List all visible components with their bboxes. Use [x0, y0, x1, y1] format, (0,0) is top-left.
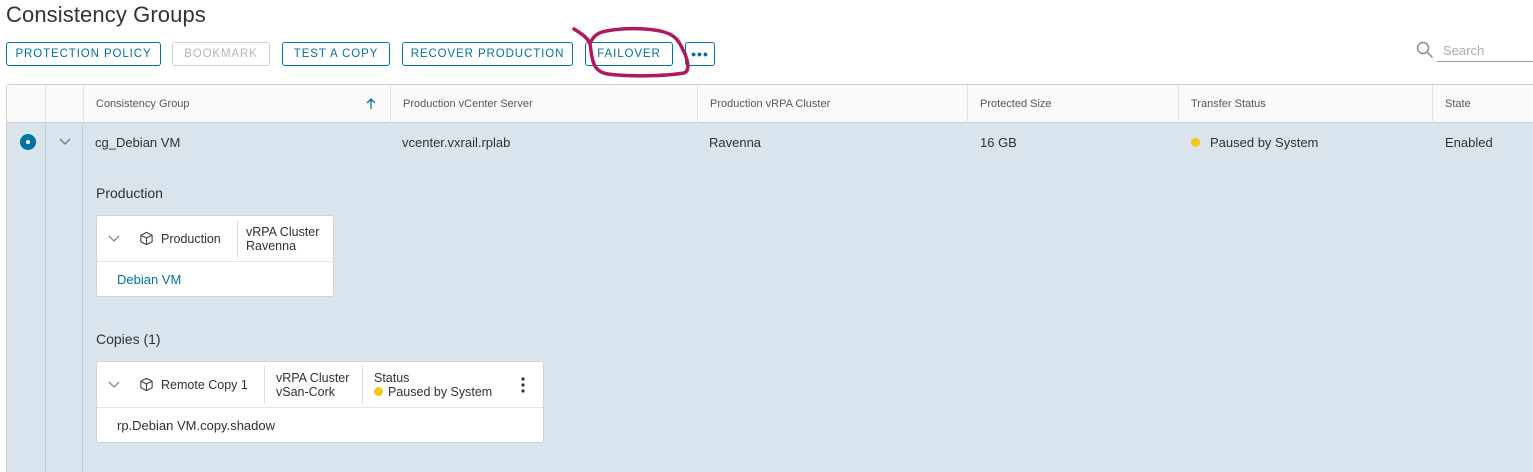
status-paused-dot [374, 387, 383, 396]
cell-vrpa-cluster: Ravenna [709, 134, 762, 150]
cell-consistency-group: cg_Debian VM [95, 134, 181, 150]
column-header-consistency-group[interactable]: Consistency Group [83, 85, 390, 123]
column-header-state[interactable]: State [1432, 85, 1533, 123]
more-actions-button[interactable]: ••• [685, 42, 715, 66]
expand-column [45, 123, 83, 472]
column-header-vcenter[interactable]: Production vCenter Server [390, 85, 697, 123]
table-row[interactable]: cg_Debian VM vcenter.vxrail.rplab Ravenn… [7, 123, 1533, 472]
sort-ascending-icon[interactable] [366, 98, 376, 110]
copy-cluster-value: vSan-Cork [276, 385, 336, 399]
transfer-status-text: Paused by System [1210, 134, 1319, 150]
cell-transfer-status: Paused by System [1191, 123, 1318, 161]
copy-status-value: Paused by System [374, 385, 492, 399]
copies-section-title: Copies (1) [96, 331, 161, 347]
status-paused-dot [1191, 137, 1200, 147]
page-title: Consistency Groups [6, 2, 206, 27]
protection-policy-button[interactable]: PROTECTION POLICY [6, 42, 161, 66]
search-box [1416, 40, 1533, 62]
remote-copy-card-body: rp.Debian VM.copy.shadow [97, 409, 543, 442]
row-select-radio[interactable] [20, 134, 36, 150]
bookmark-button[interactable]: BOOKMARK [172, 42, 270, 66]
production-section-title: Production [96, 185, 163, 201]
chevron-down-icon[interactable] [108, 235, 120, 243]
failover-button[interactable]: FAILOVER [585, 42, 673, 66]
production-cluster-label: vRPA Cluster [246, 225, 320, 239]
remote-copy-card-header: Remote Copy 1 vRPA Cluster vSan-Cork Sta… [97, 362, 543, 408]
cell-protected-size: 16 GB [980, 134, 1017, 150]
divider [264, 366, 265, 404]
divider [362, 366, 363, 404]
chevron-down-icon[interactable] [59, 138, 71, 146]
search-input[interactable] [1437, 40, 1533, 62]
cell-vcenter: vcenter.vxrail.rplab [402, 134, 511, 150]
column-header-vrpa-cluster[interactable]: Production vRPA Cluster [697, 85, 967, 123]
kebab-menu-icon[interactable] [521, 377, 525, 393]
divider [237, 220, 238, 258]
copy-status-label: Status [374, 371, 410, 385]
expand-column-header [45, 85, 83, 123]
production-card-header: Production vRPA Cluster Ravenna [97, 216, 333, 262]
column-header-transfer-status[interactable]: Transfer Status [1178, 85, 1432, 123]
column-header-label: Consistency Group [96, 98, 190, 110]
column-header-protected-size[interactable]: Protected Size [967, 85, 1178, 123]
remote-copy-card: Remote Copy 1 vRPA Cluster vSan-Cork Sta… [96, 361, 544, 443]
cell-state: Enabled [1445, 134, 1493, 150]
production-card-body: Debian VM [97, 263, 333, 296]
consistency-groups-grid: Consistency Group Production vCenter Ser… [6, 84, 1533, 472]
copy-shadow-name: rp.Debian VM.copy.shadow [117, 418, 276, 433]
select-column-header [7, 85, 45, 123]
copy-status-text: Paused by System [388, 385, 493, 399]
box-icon [140, 377, 153, 392]
box-icon [140, 231, 153, 246]
search-icon[interactable] [1416, 41, 1434, 59]
copy-cluster-label: vRPA Cluster [276, 371, 350, 385]
grid-header: Consistency Group Production vCenter Ser… [7, 85, 1533, 123]
debian-vm-link[interactable]: Debian VM [117, 272, 181, 287]
production-card-name: Production [161, 232, 221, 246]
production-card: Production vRPA Cluster Ravenna Debian V… [96, 215, 334, 297]
remote-copy-name: Remote Copy 1 [161, 378, 248, 392]
chevron-down-icon[interactable] [108, 381, 120, 389]
production-cluster-value: Ravenna [246, 239, 297, 253]
test-a-copy-button[interactable]: TEST A COPY [282, 42, 390, 66]
recover-production-button[interactable]: RECOVER PRODUCTION [402, 42, 573, 66]
